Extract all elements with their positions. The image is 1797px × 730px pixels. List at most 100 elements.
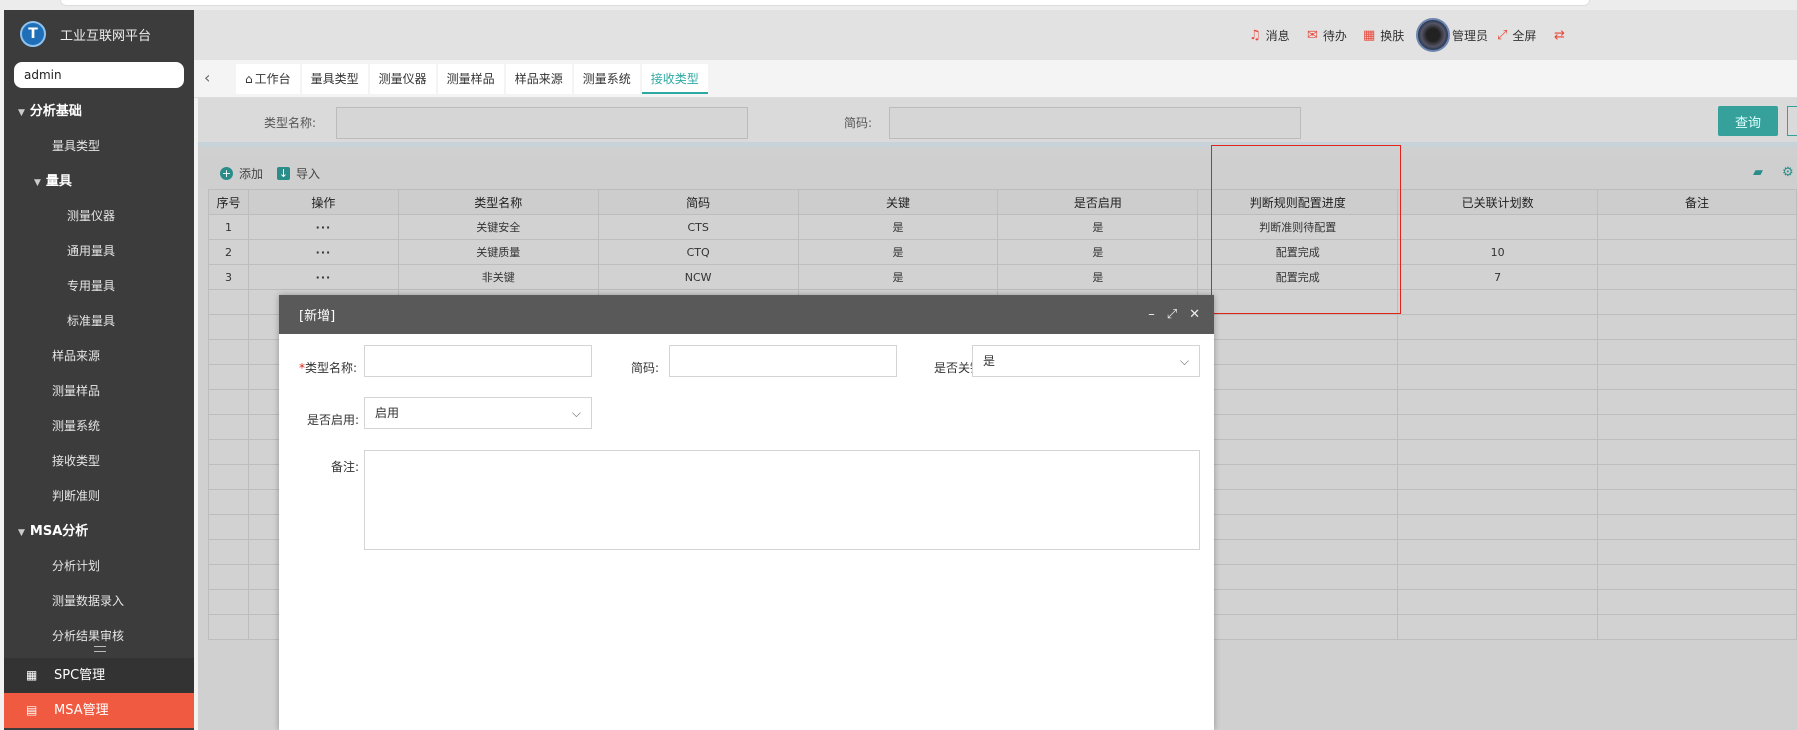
table-row[interactable]: 1 ··· 关键安全 CTS 是是判断准则待配置 xyxy=(208,214,1797,240)
table-cell: 关键质量 xyxy=(397,239,599,265)
grid-icon: ▦ xyxy=(26,668,38,682)
column-header[interactable]: 备注 xyxy=(1597,189,1797,215)
type-name-field[interactable] xyxy=(364,345,592,377)
sidebar-item-label: 分析计划 xyxy=(52,559,101,573)
tab[interactable]: 样品来源 xyxy=(505,64,572,94)
column-header[interactable]: 类型名称 xyxy=(397,189,599,215)
sidebar-item-label: 分析结果审核 xyxy=(52,629,125,643)
tab[interactable]: 接收类型 xyxy=(641,64,708,94)
close-icon[interactable]: ✕ xyxy=(1189,307,1200,322)
table-cell xyxy=(1397,539,1599,565)
tab[interactable]: ⌂ 工作台 xyxy=(236,64,300,94)
sidebar-item[interactable]: 量具类型 xyxy=(4,129,194,164)
sidebar-item-label: 测量数据录入 xyxy=(52,594,125,608)
sidebar-item[interactable]: 测量系统 xyxy=(4,409,194,444)
sidebar-item[interactable]: ▼ 量具 xyxy=(4,164,194,199)
column-header[interactable]: 简码 xyxy=(597,189,799,215)
sidebar-item[interactable]: ▼ MSA分析 xyxy=(4,514,194,549)
sidebar-item-label: 测量样品 xyxy=(52,384,101,398)
messages-button[interactable]: ♫ 消息 xyxy=(1249,10,1290,60)
table-row[interactable]: 3 ··· 非关键 NCW 是是配置完成 7 xyxy=(208,264,1797,290)
fullscreen-label: 全屏 xyxy=(1512,28,1537,43)
table-toolbar: + 添加 ↓ 导入 ▰ ⚙ xyxy=(198,157,1797,189)
table-cell xyxy=(1597,439,1797,465)
document-icon: ▤ xyxy=(26,703,38,717)
sidebar-item[interactable]: 测量数据录入 xyxy=(4,584,194,619)
tab[interactable]: 测量系统 xyxy=(573,64,640,94)
row-actions-menu[interactable]: ··· xyxy=(247,214,399,240)
row-actions-menu[interactable]: ··· xyxy=(247,264,399,290)
sidebar-item[interactable]: ▼ 分析基础 xyxy=(4,94,194,129)
home-icon: ⌂ xyxy=(245,72,253,86)
plus-circle-icon: + xyxy=(220,167,233,180)
table-row[interactable]: 2 ··· 关键质量 CTQ 是是配置完成 10 xyxy=(208,239,1797,265)
table-cell: 是 xyxy=(997,264,1199,290)
enabled-select-value: 启用 xyxy=(375,406,400,420)
switch-button[interactable]: ⇄ xyxy=(1554,10,1570,60)
tab[interactable]: 测量仪器 xyxy=(369,64,436,94)
table-cell xyxy=(208,314,249,340)
column-header[interactable]: 已关联计划数 xyxy=(1397,189,1599,215)
import-button[interactable]: ↓ 导入 xyxy=(277,165,320,182)
sidebar-item[interactable]: 样品来源 xyxy=(4,339,194,374)
table-cell xyxy=(1597,314,1797,340)
table-cell: 是 xyxy=(797,214,999,240)
chevron-left-icon[interactable]: ‹ xyxy=(204,68,210,87)
key-select[interactable]: 是 ⌵ xyxy=(972,345,1200,377)
table-cell xyxy=(1597,389,1797,415)
table-cell xyxy=(1397,414,1599,440)
tab[interactable]: 测量样品 xyxy=(437,64,504,94)
query-button[interactable]: 查询 xyxy=(1718,106,1778,136)
sidebar-item[interactable]: 测量仪器 xyxy=(4,199,194,234)
maximize-icon[interactable]: ⤢ xyxy=(1167,307,1177,322)
browser-address-bar xyxy=(60,0,1590,6)
app-logo-icon: T xyxy=(20,21,46,47)
column-header[interactable]: 序号 xyxy=(208,189,249,215)
sidebar-item-msa[interactable]: ▤ MSA管理 xyxy=(4,693,194,728)
sidebar-item[interactable]: 通用量具 xyxy=(4,234,194,269)
sidebar-item[interactable]: 分析计划 xyxy=(4,549,194,584)
tab[interactable]: 量具类型 xyxy=(301,64,368,94)
table-cell xyxy=(1397,589,1599,615)
add-button[interactable]: + 添加 xyxy=(220,165,263,182)
sidebar-item-spc[interactable]: ▦ SPC管理 xyxy=(4,658,194,693)
admin-menu[interactable]: 管理员 xyxy=(1416,10,1488,60)
switch-icon: ⇄ xyxy=(1554,27,1565,43)
fullscreen-button[interactable]: ⤢ 全屏 xyxy=(1497,10,1536,60)
code-field-label: 简码: xyxy=(630,361,659,375)
todo-label: 待办 xyxy=(1322,28,1347,43)
column-header[interactable]: 操作 xyxy=(247,189,399,215)
tab-label: 样品来源 xyxy=(514,72,563,86)
column-header[interactable]: 关键 xyxy=(797,189,999,215)
todo-button[interactable]: ✉ 待办 xyxy=(1307,10,1347,60)
dialog-title: [新增] xyxy=(299,309,336,324)
gear-icon[interactable]: ⚙ xyxy=(1782,165,1794,180)
type-name-search-input[interactable] xyxy=(336,107,748,139)
sidebar-item[interactable]: 标准量具 xyxy=(4,304,194,339)
skin-button[interactable]: ▦ 换肤 xyxy=(1363,10,1404,60)
table-cell xyxy=(1597,364,1797,390)
folder-icon[interactable]: ▰ xyxy=(1753,165,1763,180)
sidebar-item[interactable]: 判断准则 xyxy=(4,479,194,514)
sidebar-item[interactable]: 接收类型 xyxy=(4,444,194,479)
sidebar-item[interactable]: 专用量具 xyxy=(4,269,194,304)
user-name-field[interactable]: admin xyxy=(14,62,184,88)
code-field[interactable] xyxy=(669,345,897,377)
sidebar-item-label: 标准量具 xyxy=(67,314,116,328)
remark-textarea[interactable] xyxy=(364,450,1200,550)
sidebar-collapse-handle-icon[interactable] xyxy=(94,646,106,652)
sidebar-item[interactable]: 测量样品 xyxy=(4,374,194,409)
table-cell xyxy=(208,414,249,440)
reset-button[interactable] xyxy=(1787,106,1797,136)
table-cell: 是 xyxy=(797,264,999,290)
minimize-icon[interactable]: – xyxy=(1148,307,1155,322)
row-actions-menu[interactable]: ··· xyxy=(247,239,399,265)
enabled-field-label: 是否启用: xyxy=(306,413,359,427)
top-header: ♫ 消息 ✉ 待办 ▦ 换肤 管理员 ⤢ 全屏 ⇄ xyxy=(194,10,1797,60)
add-label: 添加 xyxy=(239,167,264,181)
code-search-input[interactable] xyxy=(889,107,1301,139)
sidebar-item-label: 专用量具 xyxy=(67,279,116,293)
table-cell xyxy=(1397,464,1599,490)
enabled-select[interactable]: 启用 ⌵ xyxy=(364,397,592,429)
column-header[interactable]: 是否启用 xyxy=(997,189,1199,215)
